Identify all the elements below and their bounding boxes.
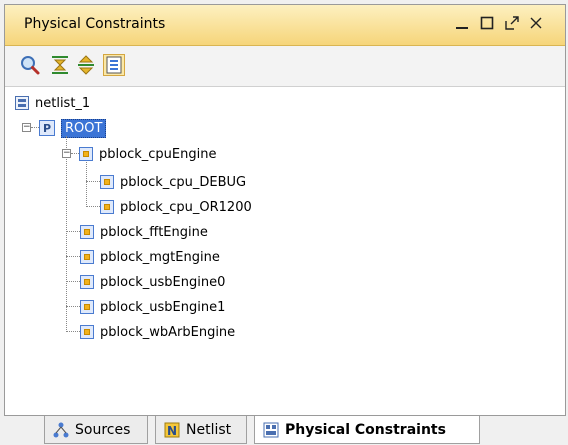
tab-sources[interactable]: Sources (44, 416, 148, 444)
tree-node-pblock-cpu-or1200[interactable]: pblock_cpu_OR1200 (100, 196, 252, 218)
tree-node-label: netlist_1 (35, 95, 91, 111)
tree-node-pblock-cpu-debug[interactable]: pblock_cpu_DEBUG (100, 171, 246, 193)
tab-label: Netlist (186, 421, 232, 438)
tree-node-pblock-mgtengine[interactable]: pblock_mgtEngine (80, 246, 220, 268)
pblock-icon (79, 147, 93, 161)
tab-physical-constraints[interactable]: Physical Constraints (254, 416, 480, 444)
minimize-icon[interactable] (453, 14, 471, 32)
tree-node-pblock-usbengine1[interactable]: pblock_usbEngine1 (80, 296, 225, 318)
root-pblock-icon: P (39, 120, 55, 136)
pblock-icon (100, 200, 114, 214)
search-icon[interactable] (19, 54, 41, 76)
close-icon[interactable] (527, 14, 545, 32)
netlist-icon: N (164, 422, 180, 438)
pblock-icon (80, 300, 94, 314)
tree-node-label: pblock_cpu_DEBUG (120, 174, 247, 190)
svg-text:N: N (167, 424, 177, 438)
restore-icon[interactable] (478, 14, 496, 32)
pblock-icon (80, 225, 94, 239)
tree-node-root[interactable]: P ROOT (39, 117, 107, 139)
toolbar (5, 46, 565, 87)
tree-node-pblock-fftengine[interactable]: pblock_fftEngine (80, 221, 208, 243)
collapse-all-icon[interactable] (49, 54, 71, 76)
panel-title-bar[interactable]: Physical Constraints (5, 5, 565, 46)
tree-node-pblock-usbengine0[interactable]: pblock_usbEngine0 (80, 271, 225, 293)
sources-icon (53, 422, 69, 437)
tree-node-netlist[interactable]: netlist_1 (15, 92, 90, 114)
tree-node-pblock-wbarbengine[interactable]: pblock_wbArbEngine (80, 321, 235, 343)
pblock-icon (80, 275, 94, 289)
collapse-toggle-cpuengine[interactable]: − (62, 149, 71, 158)
physical-constraints-icon (263, 422, 279, 437)
tree-node-label: pblock_usbEngine1 (100, 299, 226, 315)
pblock-icon (100, 175, 114, 189)
float-icon[interactable] (503, 14, 521, 32)
tab-label: Sources (75, 421, 131, 438)
tree-node-label: pblock_wbArbEngine (100, 324, 236, 340)
tab-label: Physical Constraints (285, 421, 446, 438)
tree-node-label: pblock_fftEngine (100, 224, 208, 240)
tree-node-label: pblock_mgtEngine (100, 249, 220, 265)
bottom-tab-bar: Sources N Netlist Physical Constraints (0, 416, 568, 445)
show-pblocks-button[interactable] (103, 54, 125, 76)
show-pblocks-icon (106, 56, 122, 74)
tree-node-label: pblock_cpuEngine (99, 146, 217, 162)
panel-title: Physical Constraints (24, 16, 166, 32)
pblock-icon (80, 250, 94, 264)
tree-node-pblock-cpuengine[interactable]: pblock_cpuEngine (79, 143, 216, 165)
pblock-tree: netlist_1 − P ROOT − pblock_cpuEngine pb… (5, 87, 565, 415)
svg-text:P: P (43, 122, 51, 135)
netlist-node-icon (15, 96, 29, 110)
tree-node-label: pblock_cpu_OR1200 (120, 199, 252, 215)
pblock-icon (80, 325, 94, 339)
collapse-toggle-root[interactable]: − (22, 123, 31, 132)
tree-node-label: pblock_usbEngine0 (100, 274, 226, 290)
tree-node-label: ROOT (61, 118, 107, 138)
expand-all-icon[interactable] (75, 54, 97, 76)
tab-netlist[interactable]: N Netlist (155, 416, 247, 444)
physical-constraints-panel: Physical Constraints netlist_1 − P ROOT … (4, 4, 566, 416)
